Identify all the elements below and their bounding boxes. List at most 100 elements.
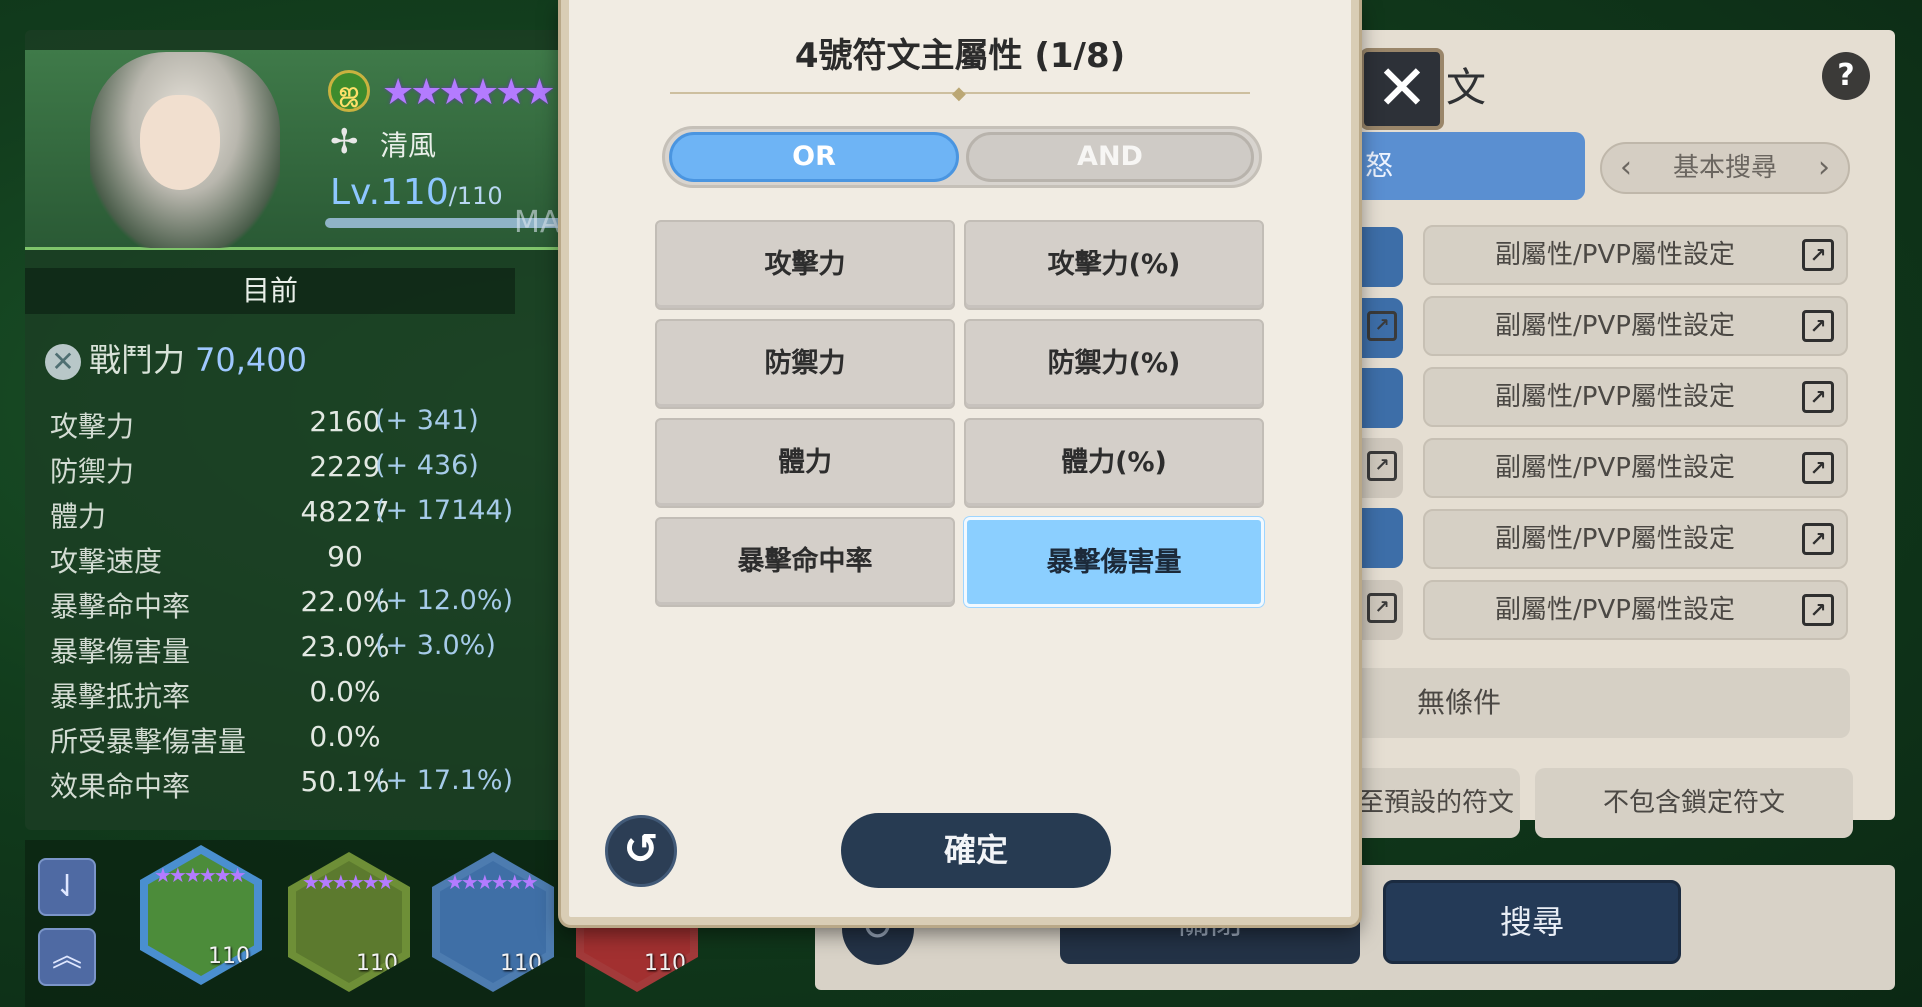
external-link-icon: ↗	[1802, 381, 1834, 413]
stat-row: 暴擊抵抗率 0.0%	[50, 675, 520, 719]
option-crit-damage[interactable]: 暴擊傷害量	[964, 517, 1264, 607]
leaf-spiral-icon: ஜ	[328, 70, 370, 112]
rune-slot-chip[interactable]: ↗	[1358, 580, 1403, 640]
sub-attr-label: 副屬性/PVP屬性設定	[1495, 595, 1735, 625]
stat-name: 暴擊抵抗率	[50, 680, 191, 713]
combat-power-label: 戰鬥力	[89, 341, 186, 379]
sub-attr-label: 副屬性/PVP屬性設定	[1495, 382, 1735, 412]
option-defense-percent[interactable]: 防禦力(%)	[964, 319, 1264, 409]
stat-name: 攻擊速度	[50, 545, 163, 578]
hero-stars: ★★★★★★	[154, 863, 247, 887]
stat-row: 攻擊力 2160 (+ 341)	[50, 405, 520, 449]
stat-name: 防禦力	[50, 455, 135, 488]
stat-bonus: (+ 17144)	[375, 495, 514, 526]
stat-bonus: (+ 12.0%)	[375, 585, 514, 616]
level-max: /110	[448, 182, 503, 210]
modal-title: 4號符文主屬性 (1/8)	[794, 36, 1126, 76]
option-attack-percent[interactable]: 攻擊力(%)	[964, 220, 1264, 310]
exclude-locked-button[interactable]: 不包含鎖定符文	[1535, 768, 1853, 838]
stat-bonus: (+ 341)	[375, 405, 479, 436]
toggle-or-button[interactable]: OR	[669, 132, 959, 182]
stat-row: 體力 48227 (+ 17144)	[50, 495, 520, 539]
sub-attr-setting-button[interactable]: 副屬性/PVP屬性設定 ↗	[1423, 438, 1848, 498]
sub-attr-setting-button[interactable]: 副屬性/PVP屬性設定 ↗	[1423, 509, 1848, 569]
stat-value: 90	[327, 540, 363, 573]
external-link-icon: ↗	[1802, 523, 1834, 555]
option-hp[interactable]: 體力	[655, 418, 955, 508]
stat-row: 攻擊速度 90	[50, 540, 520, 584]
sub-attr-setting-button[interactable]: 副屬性/PVP屬性設定 ↗	[1423, 580, 1848, 640]
stat-row: 防禦力 2229 (+ 436)	[50, 450, 520, 494]
stat-row: 暴擊命中率 22.0% (+ 12.0%)	[50, 585, 520, 629]
hero-level: 110	[644, 951, 686, 976]
confirm-button[interactable]: 確定	[841, 813, 1111, 888]
search-panel-title: 文	[1446, 65, 1486, 111]
character-name: 清風	[380, 129, 437, 162]
stat-value: 0.0%	[309, 675, 381, 708]
sub-attr-label: 副屬性/PVP屬性設定	[1495, 240, 1735, 270]
external-link-icon: ↗	[1802, 594, 1834, 626]
stat-bonus: (+ 17.1%)	[375, 765, 514, 796]
divider-ornament-icon: ◆	[952, 83, 966, 104]
help-icon[interactable]: ?	[1822, 52, 1870, 100]
option-crit-rate[interactable]: 暴擊命中率	[655, 517, 955, 607]
sub-attr-label: 副屬性/PVP屬性設定	[1495, 453, 1735, 483]
search-button[interactable]: 搜尋	[1383, 880, 1681, 964]
hero-stars: ★★★★★★	[302, 870, 395, 894]
reset-icon[interactable]: ↺	[605, 815, 677, 887]
rune-slot-chip[interactable]	[1358, 227, 1403, 287]
close-icon[interactable]: ✕	[1360, 48, 1444, 130]
option-hp-percent[interactable]: 體力(%)	[964, 418, 1264, 508]
external-link-icon: ↗	[1802, 310, 1834, 342]
chevron-right-icon[interactable]: ›	[1818, 144, 1830, 192]
sort-icon[interactable]: ⇃	[38, 858, 96, 916]
preset-runes-button[interactable]: 至預設的符文	[1355, 768, 1520, 838]
toggle-and-button[interactable]: AND	[966, 132, 1254, 182]
rune-slot-chip[interactable]	[1358, 368, 1403, 428]
sub-attr-setting-button[interactable]: 副屬性/PVP屬性設定 ↗	[1423, 225, 1848, 285]
sub-attr-label: 副屬性/PVP屬性設定	[1495, 311, 1735, 341]
sub-attr-setting-button[interactable]: 副屬性/PVP屬性設定 ↗	[1423, 296, 1848, 356]
rune-slot-chip[interactable]: ↗	[1358, 438, 1403, 498]
level-prefix: Lv.	[330, 172, 381, 213]
option-defense[interactable]: 防禦力	[655, 319, 955, 409]
external-link-icon: ↗	[1802, 452, 1834, 484]
stat-name: 所受暴擊傷害量	[50, 725, 247, 758]
tab-current-label: 目前	[241, 274, 298, 307]
rune-slot-chip[interactable]: ↗	[1358, 298, 1403, 358]
stat-name: 暴擊命中率	[50, 590, 191, 623]
stat-row: 暴擊傷害量 23.0% (+ 3.0%)	[50, 630, 520, 674]
basic-search-toggle[interactable]: ‹ 基本搜尋 ›	[1600, 142, 1850, 194]
character-stars: ★★★★★★	[382, 72, 556, 113]
combat-power-value: 70,400	[195, 341, 307, 379]
stat-name: 攻擊力	[50, 410, 135, 443]
tab-current[interactable]: 目前	[25, 268, 515, 314]
max-label: MA	[514, 205, 561, 240]
rune-slot-chip[interactable]	[1358, 508, 1403, 568]
stat-name: 暴擊傷害量	[50, 635, 191, 668]
mode-selector[interactable]: 怒	[1355, 132, 1585, 200]
level-value: 110	[380, 172, 449, 213]
stat-row: 效果命中率 50.1% (+ 17.1%)	[50, 765, 520, 809]
character-face	[140, 95, 220, 190]
crossed-swords-icon: ✕	[45, 344, 81, 380]
external-link-icon: ↗	[1367, 311, 1397, 341]
cross-icon: ✢	[330, 122, 359, 162]
combat-power: ✕ 戰鬥力 70,400	[45, 335, 307, 381]
stat-value: 0.0%	[309, 720, 381, 753]
external-link-icon: ↗	[1367, 451, 1397, 481]
stat-bonus: (+ 436)	[375, 450, 479, 481]
collapse-up-icon[interactable]: ︽	[38, 928, 96, 986]
hero-stars: ★★★★★★	[446, 870, 539, 894]
stat-bonus: (+ 3.0%)	[375, 630, 496, 661]
sub-attr-label: 副屬性/PVP屬性設定	[1495, 524, 1735, 554]
stat-name: 效果命中率	[50, 770, 191, 803]
stat-row: 所受暴擊傷害量 0.0%	[50, 720, 520, 764]
option-attack[interactable]: 攻擊力	[655, 220, 955, 310]
no-condition-button[interactable]: 無條件	[1355, 668, 1850, 738]
external-link-icon: ↗	[1367, 593, 1397, 623]
basic-search-label: 基本搜尋	[1672, 153, 1777, 183]
chevron-left-icon[interactable]: ‹	[1620, 144, 1632, 192]
stat-name: 體力	[50, 500, 107, 533]
sub-attr-setting-button[interactable]: 副屬性/PVP屬性設定 ↗	[1423, 367, 1848, 427]
